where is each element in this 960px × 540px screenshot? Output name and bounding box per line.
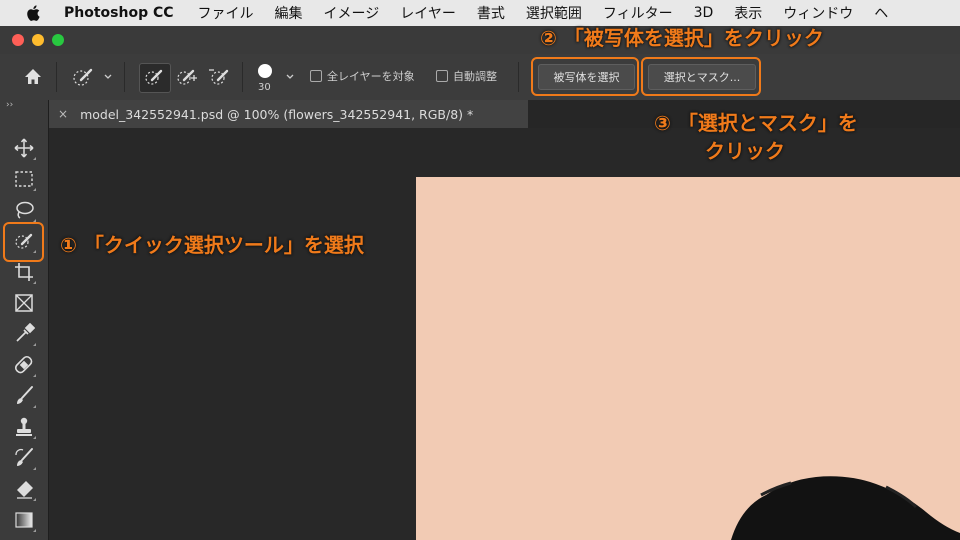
step3-annotation-line2: クリック (705, 139, 785, 163)
menu-type[interactable]: 書式 (477, 3, 505, 23)
crop-icon (15, 263, 33, 281)
options-bar: 全レイヤーを対象 自動調整 被写体を選択 選択とマスク... (0, 54, 960, 101)
sample-all-layers-checkbox[interactable]: 全レイヤーを対象 (310, 68, 415, 84)
bandage-icon (14, 355, 33, 374)
gradient-tool[interactable] (11, 507, 37, 533)
auto-enhance-label: 自動調整 (453, 70, 497, 83)
menu-window[interactable]: ウィンドウ (783, 3, 853, 23)
quick-selection-preset-icon[interactable] (70, 65, 96, 89)
history-brush-tool[interactable] (11, 445, 37, 471)
step2-annotation: ② 「被写体を選択」をクリック (540, 26, 824, 50)
move-icon (14, 138, 34, 158)
app-menu[interactable]: Photoshop CC (64, 5, 174, 21)
brush-tip-icon[interactable] (256, 62, 274, 80)
frame-tool[interactable] (11, 290, 37, 316)
clone-stamp-tool[interactable] (11, 414, 37, 440)
select-and-mask-highlight (641, 57, 761, 96)
close-tab-icon[interactable]: × (58, 107, 68, 121)
expand-panel-icon[interactable]: ›› (6, 100, 13, 110)
checkbox-box[interactable] (436, 70, 448, 82)
document-tab-title: model_342552941.psd @ 100% (flowers_3425… (80, 106, 474, 122)
document-tab[interactable]: × model_342552941.psd @ 100% (flowers_34… (48, 100, 528, 128)
menu-view[interactable]: 表示 (734, 3, 762, 23)
model-hair-image (731, 476, 960, 540)
eraser-icon (17, 481, 33, 499)
menu-filter[interactable]: フィルター (603, 3, 673, 23)
zoom-window-button[interactable] (52, 34, 64, 46)
history-brush-icon (15, 448, 33, 466)
eyedropper-tool[interactable] (11, 321, 37, 347)
frame-icon (15, 294, 33, 312)
new-selection-brush-icon (145, 69, 163, 85)
brush-icon (17, 386, 33, 404)
checkbox-box[interactable] (310, 70, 322, 82)
menu-3d[interactable]: 3D (694, 5, 714, 21)
stamp-icon (16, 417, 32, 436)
brush-tool[interactable] (11, 383, 37, 409)
document-canvas[interactable] (416, 177, 960, 540)
rectangle-marquee-icon (15, 171, 33, 187)
apple-icon[interactable] (24, 3, 44, 23)
minimize-window-button[interactable] (32, 34, 44, 46)
gradient-icon (15, 512, 33, 528)
menu-select[interactable]: 選択範囲 (526, 3, 582, 23)
brush-size-chevron-icon[interactable] (285, 72, 295, 82)
eraser-tool[interactable] (11, 476, 37, 502)
healing-brush-tool[interactable] (11, 352, 37, 378)
select-subject-highlight (531, 57, 639, 96)
eyedropper-icon (16, 323, 35, 342)
step3-annotation-line1: ③ 「選択とマスク」を (654, 111, 858, 135)
lasso-tool[interactable] (11, 197, 37, 223)
brush-size-value: 30 (258, 82, 271, 93)
crop-tool[interactable] (11, 259, 37, 285)
lasso-icon (16, 201, 34, 219)
menu-help[interactable]: ヘ (874, 3, 888, 23)
chevron-down-icon[interactable] (103, 72, 113, 82)
quick-selection-highlight (3, 222, 44, 262)
marquee-tool[interactable] (11, 166, 37, 192)
close-window-button[interactable] (12, 34, 24, 46)
menu-layer[interactable]: レイヤー (400, 3, 456, 23)
add-to-selection-icon[interactable] (174, 65, 198, 89)
step1-annotation: ① 「クイック選択ツール」を選択 (60, 233, 364, 257)
subtract-from-selection-icon[interactable] (208, 65, 232, 89)
home-icon[interactable] (22, 66, 44, 88)
sample-all-layers-label: 全レイヤーを対象 (327, 70, 415, 83)
menu-image[interactable]: イメージ (324, 3, 380, 23)
move-tool[interactable] (11, 135, 37, 161)
auto-enhance-checkbox[interactable]: 自動調整 (436, 68, 497, 84)
menu-file[interactable]: ファイル (198, 3, 254, 23)
menu-edit[interactable]: 編集 (275, 3, 303, 23)
